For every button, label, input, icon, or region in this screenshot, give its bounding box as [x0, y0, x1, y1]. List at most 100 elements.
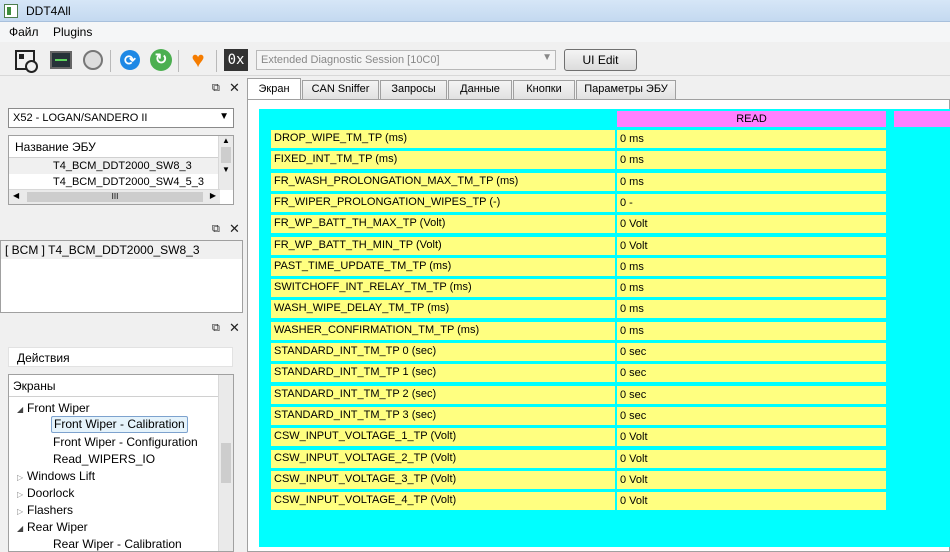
app-icon	[4, 4, 18, 18]
tab-screen[interactable]: Экран	[247, 78, 301, 99]
tab-requests[interactable]: Запросы	[380, 80, 447, 99]
tree-item-rear-wiper-calibration[interactable]: Rear Wiper - Calibration	[53, 536, 182, 551]
param-label: DROP_WIPE_TM_TP (ms)	[271, 130, 615, 148]
scroll-down-icon[interactable]: ▼	[219, 165, 233, 174]
tree-item-doorlock[interactable]: ▷ Doorlock	[17, 485, 74, 502]
close-icon[interactable]: ✕	[229, 80, 240, 96]
close-icon[interactable]: ✕	[229, 320, 240, 336]
collapsed-arrow-icon: ▷	[17, 473, 24, 482]
param-label: CSW_INPUT_VOLTAGE_2_TP (Volt)	[271, 449, 615, 468]
robot-icon	[83, 50, 103, 70]
scroll-thumb[interactable]	[221, 443, 231, 483]
health-button[interactable]: ♥	[185, 47, 211, 73]
list-item[interactable]: T4_BCM_DDT2000_SW4_5_3	[9, 174, 233, 190]
param-label: STANDARD_INT_TM_TP 2 (sec)	[271, 385, 615, 404]
scrollbar-vertical[interactable]	[218, 375, 233, 551]
scrollbar-vertical[interactable]: ▲ ▼	[218, 136, 233, 190]
param-value: 0 sec	[617, 385, 886, 404]
param-value: 0 ms	[617, 257, 886, 276]
sync-button[interactable]: ↻	[148, 47, 174, 73]
param-label: STANDARD_INT_TM_TP 0 (sec)	[271, 343, 615, 361]
menu-bar: Файл Plugins	[0, 22, 950, 42]
toolbar-separator	[110, 50, 111, 72]
collapsed-arrow-icon: ▷	[17, 507, 24, 516]
chevron-down-icon: ▼	[219, 111, 229, 122]
refresh-button[interactable]: ⟳	[117, 47, 143, 73]
param-value: 0 Volt	[617, 449, 886, 468]
session-select[interactable]: Extended Diagnostic Session [10C0] ▼	[256, 50, 556, 70]
scroll-up-icon[interactable]: ▲	[219, 136, 233, 145]
param-label: CSW_INPUT_VOLTAGE_3_TP (Volt)	[271, 470, 615, 489]
collapsed-arrow-icon: ▷	[17, 490, 24, 499]
session-value: Extended Diagnostic Session [10C0]	[261, 54, 440, 66]
toolbar-separator	[178, 50, 179, 72]
tab-ecu-params[interactable]: Параметры ЭБУ	[576, 80, 676, 99]
param-value: 0 Volt	[617, 492, 886, 511]
param-label: WASHER_CONFIRMATION_TM_TP (ms)	[271, 321, 615, 340]
param-value: 0 ms	[617, 172, 886, 191]
chevron-down-icon: ▼	[542, 52, 552, 63]
close-icon[interactable]: ✕	[229, 221, 240, 237]
list-item[interactable]: T4_BCM_DDT2000_SW8_3	[9, 158, 233, 174]
sync-icon: ↻	[150, 49, 172, 71]
param-value: 0 Volt	[617, 236, 886, 255]
param-value: 0 Volt	[617, 470, 886, 489]
float-icon[interactable]: ⧉	[212, 223, 220, 236]
ui-edit-button[interactable]: UI Edit	[564, 49, 637, 71]
monitor-button[interactable]	[48, 47, 74, 73]
hex-button[interactable]: 0x	[223, 47, 249, 73]
param-value: 0 ms	[617, 279, 886, 298]
tree-item-read-wipers-io[interactable]: Read_WIPERS_IO	[53, 451, 155, 468]
param-label: STANDARD_INT_TM_TP 1 (sec)	[271, 364, 615, 383]
expanded-arrow-icon: ◢	[17, 405, 24, 414]
screens-tree: Экраны ◢ Front Wiper Front Wiper - Calibr…	[8, 374, 234, 552]
float-icon[interactable]: ⧉	[212, 322, 220, 335]
param-label: FR_WP_BATT_TH_MAX_TP (Volt)	[271, 215, 615, 234]
param-label: CSW_INPUT_VOLTAGE_1_TP (Volt)	[271, 428, 615, 447]
qr-scan-icon	[15, 50, 38, 73]
title-bar: DDT4All	[0, 0, 950, 22]
scroll-thumb[interactable]	[221, 147, 231, 163]
refresh-icon: ⟳	[120, 50, 140, 70]
monitor-icon	[50, 51, 72, 69]
hex-icon: 0x	[224, 49, 248, 71]
ecu-list: Название ЭБУ T4_BCM_DDT2000_SW8_3 T4_BCM…	[8, 135, 234, 205]
tree-item-windows-lift[interactable]: ▷ Windows Lift	[17, 468, 95, 485]
param-value: 0 ms	[617, 130, 886, 148]
ecu-list-header: Название ЭБУ	[9, 136, 233, 158]
scrollbar-horizontal[interactable]: ◀ III ▶	[9, 189, 220, 204]
tab-buttons[interactable]: Кнопки	[513, 80, 575, 99]
param-value: 0 ms	[617, 151, 886, 170]
tree-item-front-wiper-configuration[interactable]: Front Wiper - Configuration	[53, 434, 198, 451]
tree-item-front-wiper[interactable]: ◢ Front Wiper	[17, 400, 90, 417]
param-value: 0 ms	[617, 300, 886, 319]
param-label: FR_WP_BATT_TH_MIN_TP (Volt)	[271, 236, 615, 255]
param-value: 0 sec	[617, 364, 886, 383]
tab-actions[interactable]: Действия	[8, 347, 233, 367]
tree-header: Экраны	[9, 375, 233, 397]
float-icon[interactable]: ⧉	[212, 82, 220, 95]
param-label: STANDARD_INT_TM_TP 3 (sec)	[271, 406, 615, 425]
bug-button[interactable]	[80, 47, 106, 73]
param-value: 0 ms	[617, 321, 886, 340]
param-label: PAST_TIME_UPDATE_TM_TP (ms)	[271, 257, 615, 276]
vehicle-value: X52 - LOGAN/SANDERO II	[13, 112, 148, 124]
scan-button[interactable]	[12, 47, 38, 73]
read-header-extra	[894, 111, 950, 127]
scroll-right-icon[interactable]: ▶	[210, 191, 216, 200]
tree-item-front-wiper-calibration[interactable]: Front Wiper - Calibration	[51, 416, 188, 433]
scroll-thumb[interactable]: III	[27, 192, 203, 202]
list-item[interactable]: [ BCM ] T4_BCM_DDT2000_SW8_3	[1, 241, 242, 259]
menu-plugins[interactable]: Plugins	[53, 25, 92, 39]
scroll-left-icon[interactable]: ◀	[13, 191, 19, 200]
param-label: FR_WIPER_PROLONGATION_WIPES_TP (-)	[271, 193, 615, 212]
connected-ecu-list: [ BCM ] T4_BCM_DDT2000_SW8_3	[0, 240, 243, 313]
tab-can-sniffer[interactable]: CAN Sniffer	[302, 80, 379, 99]
expanded-arrow-icon: ◢	[17, 524, 24, 533]
vehicle-select[interactable]: X52 - LOGAN/SANDERO II ▼	[8, 108, 234, 128]
tree-item-flashers[interactable]: ▷ Flashers	[17, 502, 73, 519]
param-value: 0 Volt	[617, 215, 886, 234]
menu-file[interactable]: Файл	[9, 25, 39, 39]
tab-data[interactable]: Данные	[448, 80, 512, 99]
tree-item-rear-wiper[interactable]: ◢ Rear Wiper	[17, 519, 88, 536]
